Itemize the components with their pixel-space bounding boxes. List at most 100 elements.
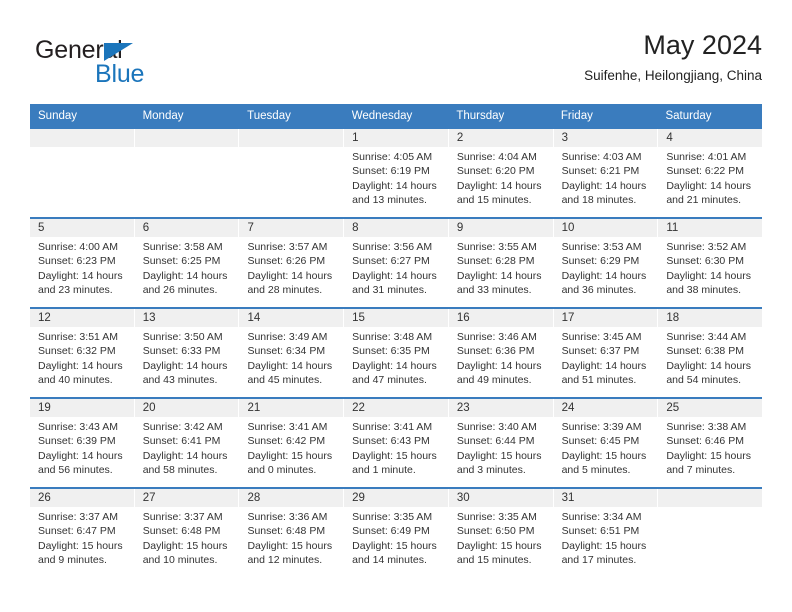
daylight-line-2: and 18 minutes. — [561, 194, 637, 207]
calendar-day-cell[interactable]: 1 Sunrise: 4:05 AM Sunset: 6:19 PM Daylight… — [344, 129, 449, 217]
day-number: 14 — [247, 312, 261, 324]
day-sun-info: Sunrise: 3:56 AM Sunset: 6:27 PM Daylight:… — [352, 240, 441, 298]
sunset-time: Sunset: 6:19 PM — [352, 165, 430, 178]
calendar-day-cell-empty — [658, 489, 762, 577]
sunrise-time: Sunrise: 3:40 AM — [456, 421, 537, 433]
daylight-line-1: Daylight: 14 hours — [561, 179, 647, 192]
calendar-weeks: 1 Sunrise: 4:05 AM Sunset: 6:19 PM Daylight… — [30, 129, 762, 577]
day-sun-info: Sunrise: 3:40 AM Sunset: 6:44 PM Daylight:… — [457, 420, 546, 478]
calendar-day-cell[interactable]: 4 Sunrise: 4:01 AM Sunset: 6:22 PM Daylight… — [658, 129, 762, 217]
sunset-time: Sunset: 6:30 PM — [666, 255, 744, 268]
daylight-line-2: and 12 minutes. — [247, 554, 323, 567]
sunset-time: Sunset: 6:39 PM — [38, 435, 116, 448]
calendar-day-cell[interactable]: 15 Sunrise: 3:48 AM Sunset: 6:35 PM Dayligh… — [344, 309, 449, 397]
calendar-day-cell[interactable]: 12 Sunrise: 3:51 AM Sunset: 6:32 PM Dayligh… — [30, 309, 135, 397]
sunset-time: Sunset: 6:50 PM — [456, 525, 535, 538]
day-sun-info: Sunrise: 4:04 AM Sunset: 6:20 PM Daylight:… — [457, 150, 546, 208]
daylight-line-2: and 1 minute. — [352, 464, 416, 477]
calendar-day-cell[interactable]: 16 Sunrise: 3:46 AM Sunset: 6:36 PM Dayligh… — [449, 309, 554, 397]
calendar-week-row: 26 Sunrise: 3:37 AM Sunset: 6:47 PM Dayligh… — [30, 487, 762, 577]
calendar-day-cell[interactable]: 13 Sunrise: 3:50 AM Sunset: 6:33 PM Dayligh… — [135, 309, 240, 397]
calendar-day-cell[interactable]: 29 Sunrise: 3:35 AM Sunset: 6:49 PM Dayligh… — [344, 489, 449, 577]
sunset-time: Sunset: 6:45 PM — [561, 435, 640, 448]
calendar-day-cell[interactable]: 9 Sunrise: 3:55 AM Sunset: 6:28 PM Daylight… — [449, 219, 554, 307]
daylight-line-1: Daylight: 14 hours — [666, 269, 751, 282]
calendar-day-cell[interactable]: 27 Sunrise: 3:37 AM Sunset: 6:48 PM Dayligh… — [135, 489, 240, 577]
sunset-time: Sunset: 6:22 PM — [666, 165, 744, 178]
day-number: 3 — [561, 132, 568, 144]
day-sun-info: Sunrise: 3:37 AM Sunset: 6:47 PM Daylight:… — [38, 510, 127, 568]
sunrise-time: Sunrise: 3:37 AM — [142, 511, 223, 523]
day-number: 15 — [352, 312, 365, 324]
daylight-line-2: and 40 minutes. — [38, 374, 113, 387]
daylight-line-1: Daylight: 14 hours — [352, 359, 437, 372]
calendar-week-row: 1 Sunrise: 4:05 AM Sunset: 6:19 PM Daylight… — [30, 129, 762, 217]
calendar-day-cell[interactable]: 28 Sunrise: 3:36 AM Sunset: 6:48 PM Dayligh… — [239, 489, 345, 577]
day-sun-info: Sunrise: 4:05 AM Sunset: 6:19 PM Daylight:… — [352, 150, 441, 208]
sunrise-time: Sunrise: 4:01 AM — [666, 151, 747, 163]
sunset-time: Sunset: 6:33 PM — [142, 345, 221, 358]
day-number: 8 — [352, 222, 359, 234]
calendar-day-cell[interactable]: 30 Sunrise: 3:35 AM Sunset: 6:50 PM Dayligh… — [449, 489, 554, 577]
daylight-line-1: Daylight: 15 hours — [352, 449, 437, 462]
daylight-line-2: and 31 minutes. — [352, 284, 427, 297]
calendar-day-cell[interactable]: 20 Sunrise: 3:42 AM Sunset: 6:41 PM Dayligh… — [135, 399, 240, 487]
daylight-line-2: and 15 minutes. — [456, 554, 532, 567]
calendar-day-cell[interactable]: 6 Sunrise: 3:58 AM Sunset: 6:25 PM Daylight… — [135, 219, 240, 307]
daylight-line-1: Daylight: 14 hours — [142, 449, 228, 462]
sunrise-time: Sunrise: 3:56 AM — [352, 241, 433, 253]
sunset-time: Sunset: 6:26 PM — [247, 255, 326, 268]
calendar-day-cell[interactable]: 10 Sunrise: 3:53 AM Sunset: 6:29 PM Dayligh… — [554, 219, 659, 307]
day-sun-info: Sunrise: 3:45 AM Sunset: 6:37 PM Daylight:… — [562, 330, 651, 388]
calendar-day-cell[interactable]: 31 Sunrise: 3:34 AM Sunset: 6:51 PM Dayligh… — [554, 489, 659, 577]
daylight-line-1: Daylight: 14 hours — [561, 359, 647, 372]
calendar-day-cell[interactable]: 25 Sunrise: 3:38 AM Sunset: 6:46 PM Dayligh… — [658, 399, 762, 487]
sunset-time: Sunset: 6:43 PM — [352, 435, 430, 448]
day-sun-info: Sunrise: 4:03 AM Sunset: 6:21 PM Daylight:… — [562, 150, 651, 208]
calendar-day-cell[interactable]: 5 Sunrise: 4:00 AM Sunset: 6:23 PM Daylight… — [30, 219, 135, 307]
day-sun-info: Sunrise: 3:53 AM Sunset: 6:29 PM Daylight:… — [562, 240, 651, 298]
calendar-day-cell[interactable]: 18 Sunrise: 3:44 AM Sunset: 6:38 PM Dayligh… — [658, 309, 762, 397]
calendar-page: General Blue May 2024 Suifenhe, Heilongj… — [0, 0, 792, 612]
calendar-day-cell[interactable]: 3 Sunrise: 4:03 AM Sunset: 6:21 PM Daylight… — [554, 129, 659, 217]
page-title: May 2024 — [643, 30, 762, 60]
calendar-day-cell[interactable]: 22 Sunrise: 3:41 AM Sunset: 6:43 PM Dayligh… — [344, 399, 449, 487]
day-sun-info: Sunrise: 4:00 AM Sunset: 6:23 PM Daylight:… — [38, 240, 127, 298]
calendar-day-cell[interactable]: 14 Sunrise: 3:49 AM Sunset: 6:34 PM Dayligh… — [239, 309, 345, 397]
daylight-line-2: and 21 minutes. — [666, 194, 742, 207]
sunset-time: Sunset: 6:28 PM — [456, 255, 535, 268]
calendar-day-cell[interactable]: 7 Sunrise: 3:57 AM Sunset: 6:26 PM Daylight… — [239, 219, 345, 307]
sunset-time: Sunset: 6:27 PM — [352, 255, 430, 268]
weekday-tuesday: Tuesday — [247, 110, 291, 122]
calendar-day-cell[interactable]: 23 Sunrise: 3:40 AM Sunset: 6:44 PM Dayligh… — [449, 399, 554, 487]
daylight-line-1: Daylight: 14 hours — [352, 269, 437, 282]
calendar-day-cell[interactable]: 19 Sunrise: 3:43 AM Sunset: 6:39 PM Dayligh… — [30, 399, 135, 487]
daylight-line-1: Daylight: 14 hours — [352, 179, 437, 192]
calendar-day-cell[interactable]: 26 Sunrise: 3:37 AM Sunset: 6:47 PM Dayligh… — [30, 489, 135, 577]
day-number: 12 — [38, 312, 51, 324]
daylight-line-1: Daylight: 15 hours — [38, 539, 123, 552]
sunrise-time: Sunrise: 3:50 AM — [142, 331, 223, 343]
calendar-week-row: 12 Sunrise: 3:51 AM Sunset: 6:32 PM Dayligh… — [30, 307, 762, 397]
day-sun-info: Sunrise: 3:43 AM Sunset: 6:39 PM Daylight:… — [38, 420, 127, 478]
calendar-day-cell[interactable]: 24 Sunrise: 3:39 AM Sunset: 6:45 PM Dayligh… — [554, 399, 659, 487]
calendar-day-cell[interactable]: 17 Sunrise: 3:45 AM Sunset: 6:37 PM Dayligh… — [554, 309, 659, 397]
day-number: 20 — [142, 402, 156, 414]
calendar-day-cell[interactable]: 21 Sunrise: 3:41 AM Sunset: 6:42 PM Dayligh… — [239, 399, 345, 487]
daylight-line-2: and 0 minutes. — [247, 464, 317, 477]
weekday-saturday: Saturday — [665, 110, 712, 122]
calendar-day-cell-empty — [239, 129, 345, 217]
calendar-day-cell[interactable]: 11 Sunrise: 3:52 AM Sunset: 6:30 PM Dayligh… — [658, 219, 762, 307]
calendar-day-cell[interactable]: 8 Sunrise: 3:56 AM Sunset: 6:27 PM Daylight… — [344, 219, 449, 307]
weekday-sunday: Sunday — [38, 110, 78, 122]
sunrise-time: Sunrise: 4:00 AM — [38, 241, 118, 253]
weekday-header-row: Sunday Monday Tuesday Wednesday Thursday… — [30, 104, 762, 129]
daylight-line-1: Daylight: 15 hours — [561, 539, 647, 552]
day-number: 13 — [142, 312, 156, 324]
daylight-line-1: Daylight: 14 hours — [38, 359, 123, 372]
sunrise-time: Sunrise: 3:48 AM — [352, 331, 433, 343]
sunset-time: Sunset: 6:41 PM — [142, 435, 221, 448]
calendar-day-cell[interactable]: 2 Sunrise: 4:04 AM Sunset: 6:20 PM Daylight… — [449, 129, 554, 217]
daylight-line-2: and 7 minutes. — [666, 464, 736, 477]
sunset-time: Sunset: 6:47 PM — [38, 525, 116, 538]
